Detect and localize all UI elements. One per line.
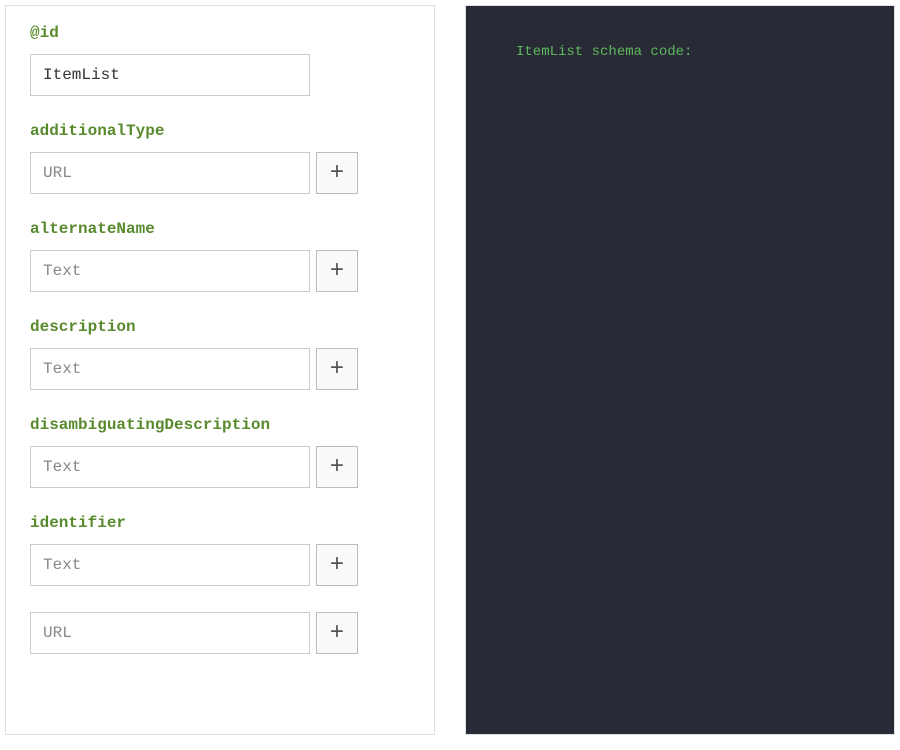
field-row-additionaltype: + — [30, 152, 410, 194]
field-row-description: + — [30, 348, 410, 390]
field-group-id: @id — [30, 24, 410, 96]
field-row-identifier: + — [30, 544, 410, 586]
id-input[interactable] — [30, 54, 310, 96]
add-button-alternatename[interactable]: + — [316, 250, 358, 292]
code-header-text: ItemList schema code: — [516, 44, 844, 60]
field-row-alternatename: + — [30, 250, 410, 292]
extra-input[interactable] — [30, 612, 310, 654]
field-group-alternatename: alternateName + — [30, 220, 410, 292]
field-group-identifier: identifier + — [30, 514, 410, 586]
field-group-disambiguatingdescription: disambiguatingDescription + — [30, 416, 410, 488]
plus-icon: + — [330, 160, 344, 187]
code-panel: ItemList schema code: — [465, 5, 895, 735]
identifier-input[interactable] — [30, 544, 310, 586]
field-label-alternatename: alternateName — [30, 220, 410, 238]
additionaltype-input[interactable] — [30, 152, 310, 194]
field-label-identifier: identifier — [30, 514, 410, 532]
plus-icon: + — [330, 620, 344, 647]
form-scroll-spacer — [30, 680, 410, 735]
code-scroll-spacer — [516, 60, 844, 735]
add-button-disambiguatingdescription[interactable]: + — [316, 446, 358, 488]
plus-icon: + — [330, 356, 344, 383]
disambiguatingdescription-input[interactable] — [30, 446, 310, 488]
field-group-additionaltype: additionalType + — [30, 122, 410, 194]
field-label-id: @id — [30, 24, 410, 42]
field-group-description: description + — [30, 318, 410, 390]
field-row-extra: + — [30, 612, 410, 654]
add-button-description[interactable]: + — [316, 348, 358, 390]
plus-icon: + — [330, 258, 344, 285]
add-button-additionaltype[interactable]: + — [316, 152, 358, 194]
description-input[interactable] — [30, 348, 310, 390]
plus-icon: + — [330, 552, 344, 579]
code-area: ItemList schema code: — [466, 6, 894, 735]
add-button-identifier[interactable]: + — [316, 544, 358, 586]
field-label-disambiguatingdescription: disambiguatingDescription — [30, 416, 410, 434]
form-panel: @id additionalType + alternateName + des… — [5, 5, 435, 735]
field-row-disambiguatingdescription: + — [30, 446, 410, 488]
alternatename-input[interactable] — [30, 250, 310, 292]
field-group-extra: + — [30, 612, 410, 654]
field-row-id — [30, 54, 410, 96]
field-label-additionaltype: additionalType — [30, 122, 410, 140]
add-button-extra[interactable]: + — [316, 612, 358, 654]
plus-icon: + — [330, 454, 344, 481]
field-label-description: description — [30, 318, 410, 336]
